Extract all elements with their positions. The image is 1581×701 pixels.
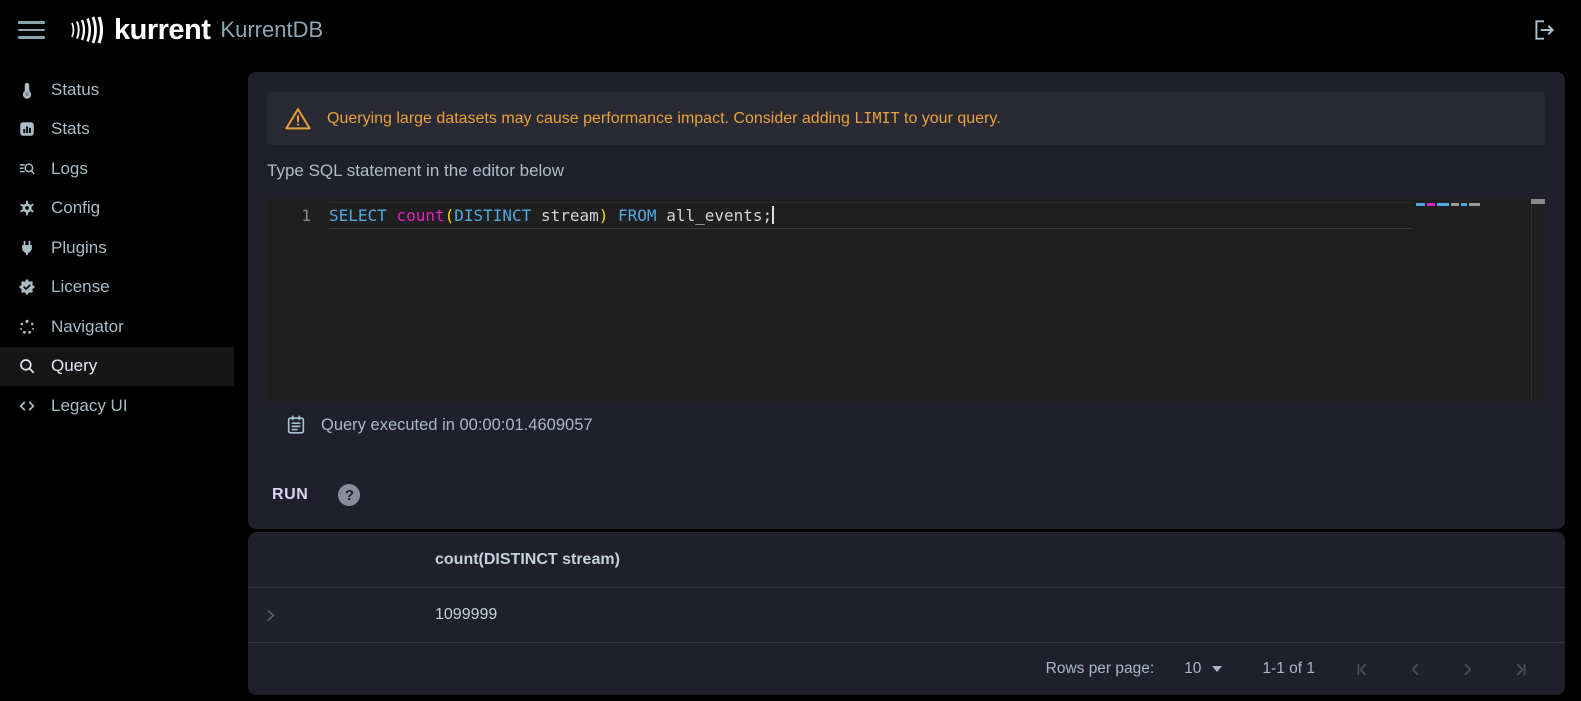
execution-time-text: Query executed in 00:00:01.4609057	[321, 415, 593, 434]
pagination-range: 1-1 of 1	[1262, 660, 1315, 677]
sidebar-item-plugins[interactable]: Plugins	[0, 228, 234, 268]
sidebar-item-query[interactable]: Query	[0, 346, 234, 386]
minimap-code-line	[1416, 203, 1480, 206]
license-badge-icon	[19, 279, 35, 295]
row-expand-button[interactable]	[262, 607, 279, 624]
gear-icon	[20, 200, 34, 216]
editor-code-area[interactable]: SELECT count(DISTINCT stream) FROM all_e…	[329, 199, 1412, 401]
warning-text: Querying large datasets may cause perfor…	[327, 109, 1001, 127]
help-icon[interactable]: ?	[338, 484, 361, 506]
chevron-left-icon	[1411, 663, 1418, 675]
log-search-icon	[19, 163, 35, 175]
sql-token: stream	[531, 206, 599, 225]
run-button[interactable]: RUN	[272, 486, 308, 504]
sql-token: (	[444, 206, 455, 225]
navigator-dots-icon	[20, 319, 34, 334]
sql-token: all_events;	[656, 206, 773, 225]
query-panel: Querying large datasets may cause perfor…	[248, 72, 1565, 529]
rows-per-page-value: 10	[1184, 660, 1202, 677]
search-icon	[20, 359, 35, 374]
plug-icon	[22, 240, 32, 255]
next-page-button[interactable]	[1441, 660, 1493, 679]
sql-token: count	[396, 206, 445, 225]
thermometer-icon	[22, 82, 32, 99]
sidebar-item-label: Query	[51, 356, 98, 376]
warning-triangle-icon	[285, 107, 311, 129]
kurrent-waves-icon	[71, 16, 104, 44]
sql-token: SELECT	[329, 206, 397, 225]
text-cursor	[772, 206, 775, 224]
sidebar-item-status[interactable]: Status	[0, 70, 234, 110]
sql-token: DISTINCT	[454, 206, 532, 225]
topbar: kurrent KurrentDB	[0, 0, 1581, 60]
sql-token: )	[598, 206, 609, 225]
pagination-bar: Rows per page: 10 1-1 of 1	[248, 643, 1565, 695]
results-table: count(DISTINCT stream) 1099999 Rows per …	[248, 532, 1565, 695]
sql-token: FROM	[618, 206, 657, 225]
editor-minimap[interactable]	[1412, 199, 1531, 401]
last-page-icon	[1516, 663, 1526, 675]
warning-code-limit: LIMIT	[854, 109, 900, 127]
warning-banner: Querying large datasets may cause perfor…	[267, 92, 1545, 145]
editor-line-number: 1	[301, 206, 311, 225]
rows-per-page-label: Rows per page:	[1045, 660, 1155, 677]
product-title: KurrentDB	[220, 17, 324, 42]
query-actions: RUN ?	[267, 483, 1545, 507]
sidebar-item-label: Config	[51, 198, 101, 218]
sidebar-item-license[interactable]: License	[0, 268, 234, 308]
logout-icon	[1535, 20, 1555, 40]
pagination-controls	[1337, 660, 1545, 679]
sidebar-item-legacy-ui[interactable]: Legacy UI	[0, 386, 234, 426]
previous-page-button[interactable]	[1389, 660, 1441, 679]
sql-code-line: SELECT count(DISTINCT stream) FROM all_e…	[329, 202, 1412, 229]
sidebar-item-logs[interactable]: Logs	[0, 149, 234, 189]
sidebar-item-stats[interactable]: Stats	[0, 110, 234, 150]
chevron-right-icon	[1464, 663, 1471, 675]
sidebar-item-label: Navigator	[51, 316, 124, 336]
rows-per-page-select[interactable]: 10	[1184, 660, 1223, 678]
main-content: Querying large datasets may cause perfor…	[234, 60, 1581, 701]
chevron-down-icon	[1212, 666, 1223, 672]
code-brackets-icon	[19, 401, 35, 411]
query-execution-status: Query executed in 00:00:01.4609057	[267, 413, 1545, 437]
menu-icon[interactable]	[18, 21, 45, 39]
brand-wordmark: kurrent	[114, 13, 211, 46]
sidebar-item-label: License	[51, 277, 110, 297]
chevron-right-icon	[267, 609, 275, 621]
table-row[interactable]: 1099999	[248, 588, 1565, 643]
column-header: count(DISTINCT stream)	[435, 550, 620, 568]
sidebar-item-label: Legacy UI	[51, 395, 128, 415]
last-page-button[interactable]	[1493, 660, 1545, 679]
schedule-icon	[287, 415, 305, 434]
sidebar-item-navigator[interactable]: Navigator	[0, 307, 234, 347]
row-value: 1099999	[435, 606, 498, 623]
logout-button[interactable]	[1531, 17, 1557, 43]
results-header-row: count(DISTINCT stream)	[248, 532, 1565, 588]
sidebar-item-config[interactable]: Config	[0, 189, 234, 229]
sidebar: Status Stats Logs Config Plugins License…	[0, 60, 234, 701]
brand-logo: kurrent	[69, 13, 211, 46]
sidebar-item-label: Status	[51, 79, 100, 99]
scrollbar-thumb[interactable]	[1531, 199, 1545, 204]
sql-editor[interactable]: 1 SELECT count(DISTINCT stream) FROM all…	[267, 199, 1545, 401]
first-page-icon	[1356, 663, 1366, 675]
editor-scrollbar[interactable]	[1531, 199, 1545, 401]
sidebar-item-label: Plugins	[51, 237, 107, 257]
first-page-button[interactable]	[1337, 660, 1389, 679]
bar-chart-icon	[20, 122, 34, 136]
sidebar-item-label: Logs	[51, 158, 88, 178]
sidebar-item-label: Stats	[51, 119, 90, 139]
editor-instruction: Type SQL statement in the editor below	[267, 161, 565, 180]
